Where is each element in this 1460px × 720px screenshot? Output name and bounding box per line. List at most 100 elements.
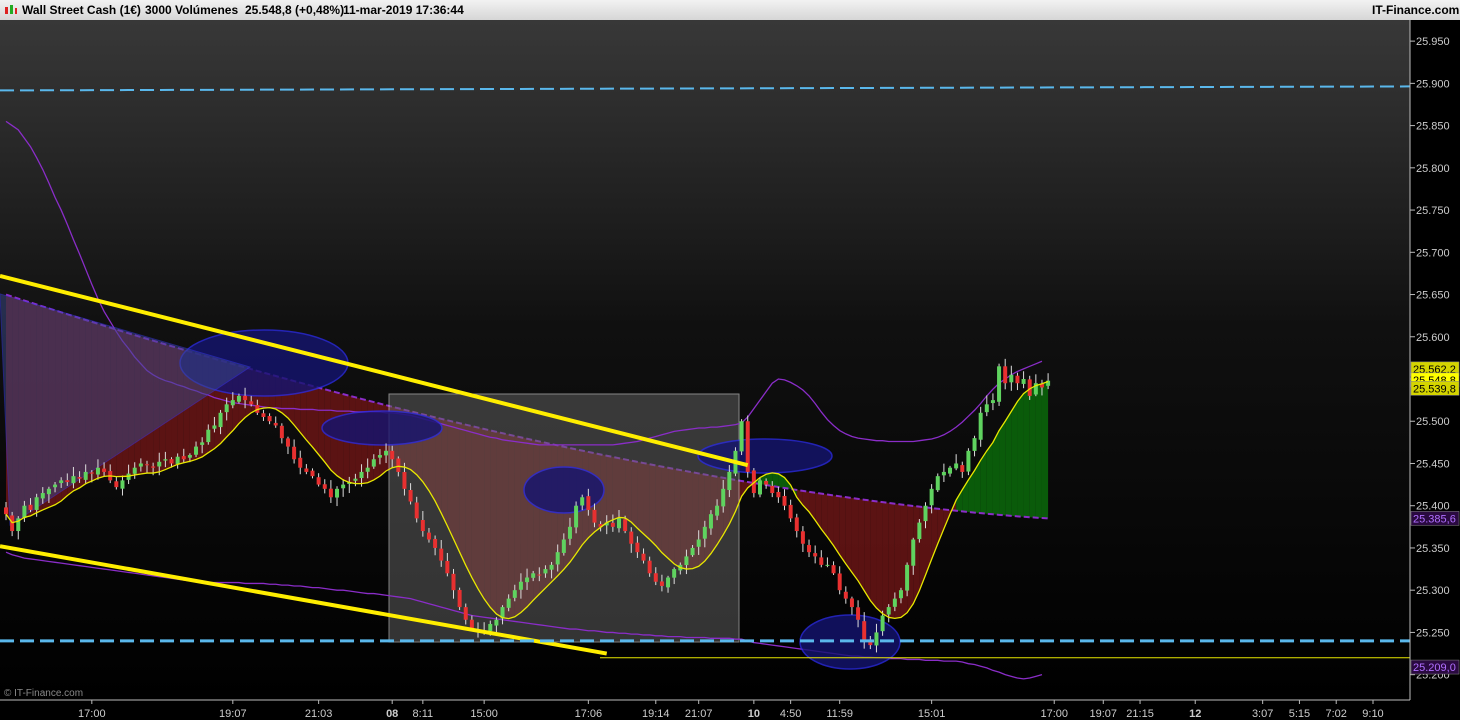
candle-body bbox=[46, 488, 51, 495]
candle-body bbox=[89, 472, 94, 474]
candle-body bbox=[807, 545, 812, 553]
candle-body bbox=[960, 465, 965, 472]
x-tick-label: 21:07 bbox=[685, 708, 713, 720]
candle-body bbox=[580, 497, 585, 506]
candle-body bbox=[506, 598, 511, 608]
x-tick-label: 4:50 bbox=[780, 708, 801, 720]
x-tick-label: 17:06 bbox=[575, 708, 603, 720]
ma-boll-fill-segment bbox=[1041, 381, 1049, 519]
candle-body bbox=[316, 477, 321, 485]
candle-body bbox=[874, 632, 879, 646]
x-tick-label: 17:00 bbox=[1040, 708, 1068, 720]
candle-body bbox=[445, 560, 450, 574]
candle-body bbox=[243, 395, 248, 401]
candle-body bbox=[420, 520, 425, 532]
candle-body bbox=[236, 395, 241, 402]
x-tick-label: 08 bbox=[386, 708, 398, 720]
brand-name: IT-Finance.com bbox=[1372, 3, 1460, 17]
candle-body bbox=[341, 484, 346, 489]
candle-body bbox=[114, 481, 119, 488]
candle bbox=[935, 473, 940, 492]
candle-body bbox=[941, 471, 946, 476]
ma-boll-fill-segment bbox=[999, 421, 1006, 516]
candle-body bbox=[543, 569, 548, 574]
price-tag-label: 25.385,6 bbox=[1413, 513, 1456, 525]
candle-body bbox=[666, 577, 671, 588]
y-tick-label: 25.450 bbox=[1416, 458, 1450, 470]
candle-body bbox=[151, 466, 156, 468]
candle-body bbox=[4, 507, 8, 515]
ma-boll-fill-segment bbox=[992, 430, 1000, 515]
candlestick-logo-icon bbox=[5, 5, 17, 14]
candle-body bbox=[923, 505, 928, 522]
candle-body bbox=[71, 476, 76, 484]
candle-body bbox=[794, 517, 799, 532]
candle-body bbox=[708, 514, 713, 529]
candle bbox=[757, 477, 762, 498]
candle-body bbox=[886, 607, 891, 615]
price-tag-label: 25.209,0 bbox=[1413, 662, 1456, 674]
candle-body bbox=[917, 522, 922, 540]
x-tick-label: 7:02 bbox=[1325, 708, 1346, 720]
candle-body bbox=[175, 456, 180, 464]
candle-body bbox=[194, 446, 199, 455]
candle-body bbox=[187, 455, 192, 458]
candle-body bbox=[285, 438, 290, 447]
candle-body bbox=[531, 573, 536, 578]
candle-body bbox=[144, 464, 149, 466]
y-tick-label: 25.900 bbox=[1416, 78, 1450, 90]
price-chart[interactable]: 25.950 25.900 25.850 25.800 25.750 25.700 25.6… bbox=[0, 20, 1460, 720]
candle-body bbox=[972, 438, 977, 451]
candle-body bbox=[880, 615, 885, 632]
candle-body bbox=[59, 480, 64, 484]
candle-body bbox=[862, 621, 867, 641]
candle-body bbox=[249, 401, 254, 405]
candle-body bbox=[770, 485, 775, 494]
x-tick-label: 11:59 bbox=[826, 708, 853, 720]
y-tick-label: 25.500 bbox=[1416, 416, 1450, 428]
candle-body bbox=[218, 412, 223, 428]
candle-body bbox=[1003, 366, 1008, 384]
candle-body bbox=[696, 539, 701, 547]
ma-boll-fill-segment bbox=[864, 499, 871, 601]
x-tick-label: 15:01 bbox=[918, 708, 946, 720]
ma-boll-fill-segment bbox=[980, 450, 987, 514]
ma-boll-fill-segment bbox=[1011, 401, 1018, 517]
candle-body bbox=[1015, 375, 1020, 384]
candle-body bbox=[512, 590, 517, 598]
candle-body bbox=[610, 522, 615, 527]
ma-boll-fill-segment bbox=[851, 498, 859, 581]
ma-boll-fill-segment bbox=[858, 498, 865, 591]
candle-body bbox=[929, 488, 934, 506]
candle-body bbox=[905, 564, 910, 591]
candle-body bbox=[451, 573, 456, 591]
candle-body bbox=[764, 480, 769, 485]
candle-body bbox=[849, 598, 854, 608]
candle-body bbox=[230, 400, 235, 406]
y-tick-label: 25.400 bbox=[1416, 501, 1450, 513]
candle-body bbox=[617, 518, 621, 529]
x-tick-label: 19:07 bbox=[219, 708, 247, 720]
candle-body bbox=[843, 591, 848, 599]
footer-credit: © IT-Finance.com bbox=[4, 688, 84, 699]
candle-body bbox=[40, 493, 45, 499]
candle-body bbox=[365, 467, 370, 472]
price-change: 25.548,8 (+0,48%) bbox=[245, 3, 345, 17]
ma-boll-fill-segment bbox=[870, 500, 877, 609]
candle-body bbox=[672, 569, 677, 578]
candle-body bbox=[978, 412, 983, 440]
x-tick-label: 8:11 bbox=[413, 708, 434, 720]
candle-body bbox=[206, 429, 211, 443]
candle-body bbox=[132, 467, 137, 474]
candle-body bbox=[518, 581, 523, 590]
candle-body bbox=[537, 574, 542, 576]
title-bar: Wall Street Cash (1€) 3000 Volúmenes 25.… bbox=[0, 0, 1460, 21]
candle-body bbox=[825, 564, 830, 566]
candle-body bbox=[629, 531, 634, 544]
candle-body bbox=[34, 497, 39, 510]
x-tick-label: 15:00 bbox=[470, 708, 498, 720]
candle-body bbox=[328, 488, 333, 498]
candle-body bbox=[181, 456, 186, 460]
y-tick-label: 25.250 bbox=[1416, 627, 1450, 639]
x-tick-label: 10 bbox=[748, 708, 760, 720]
